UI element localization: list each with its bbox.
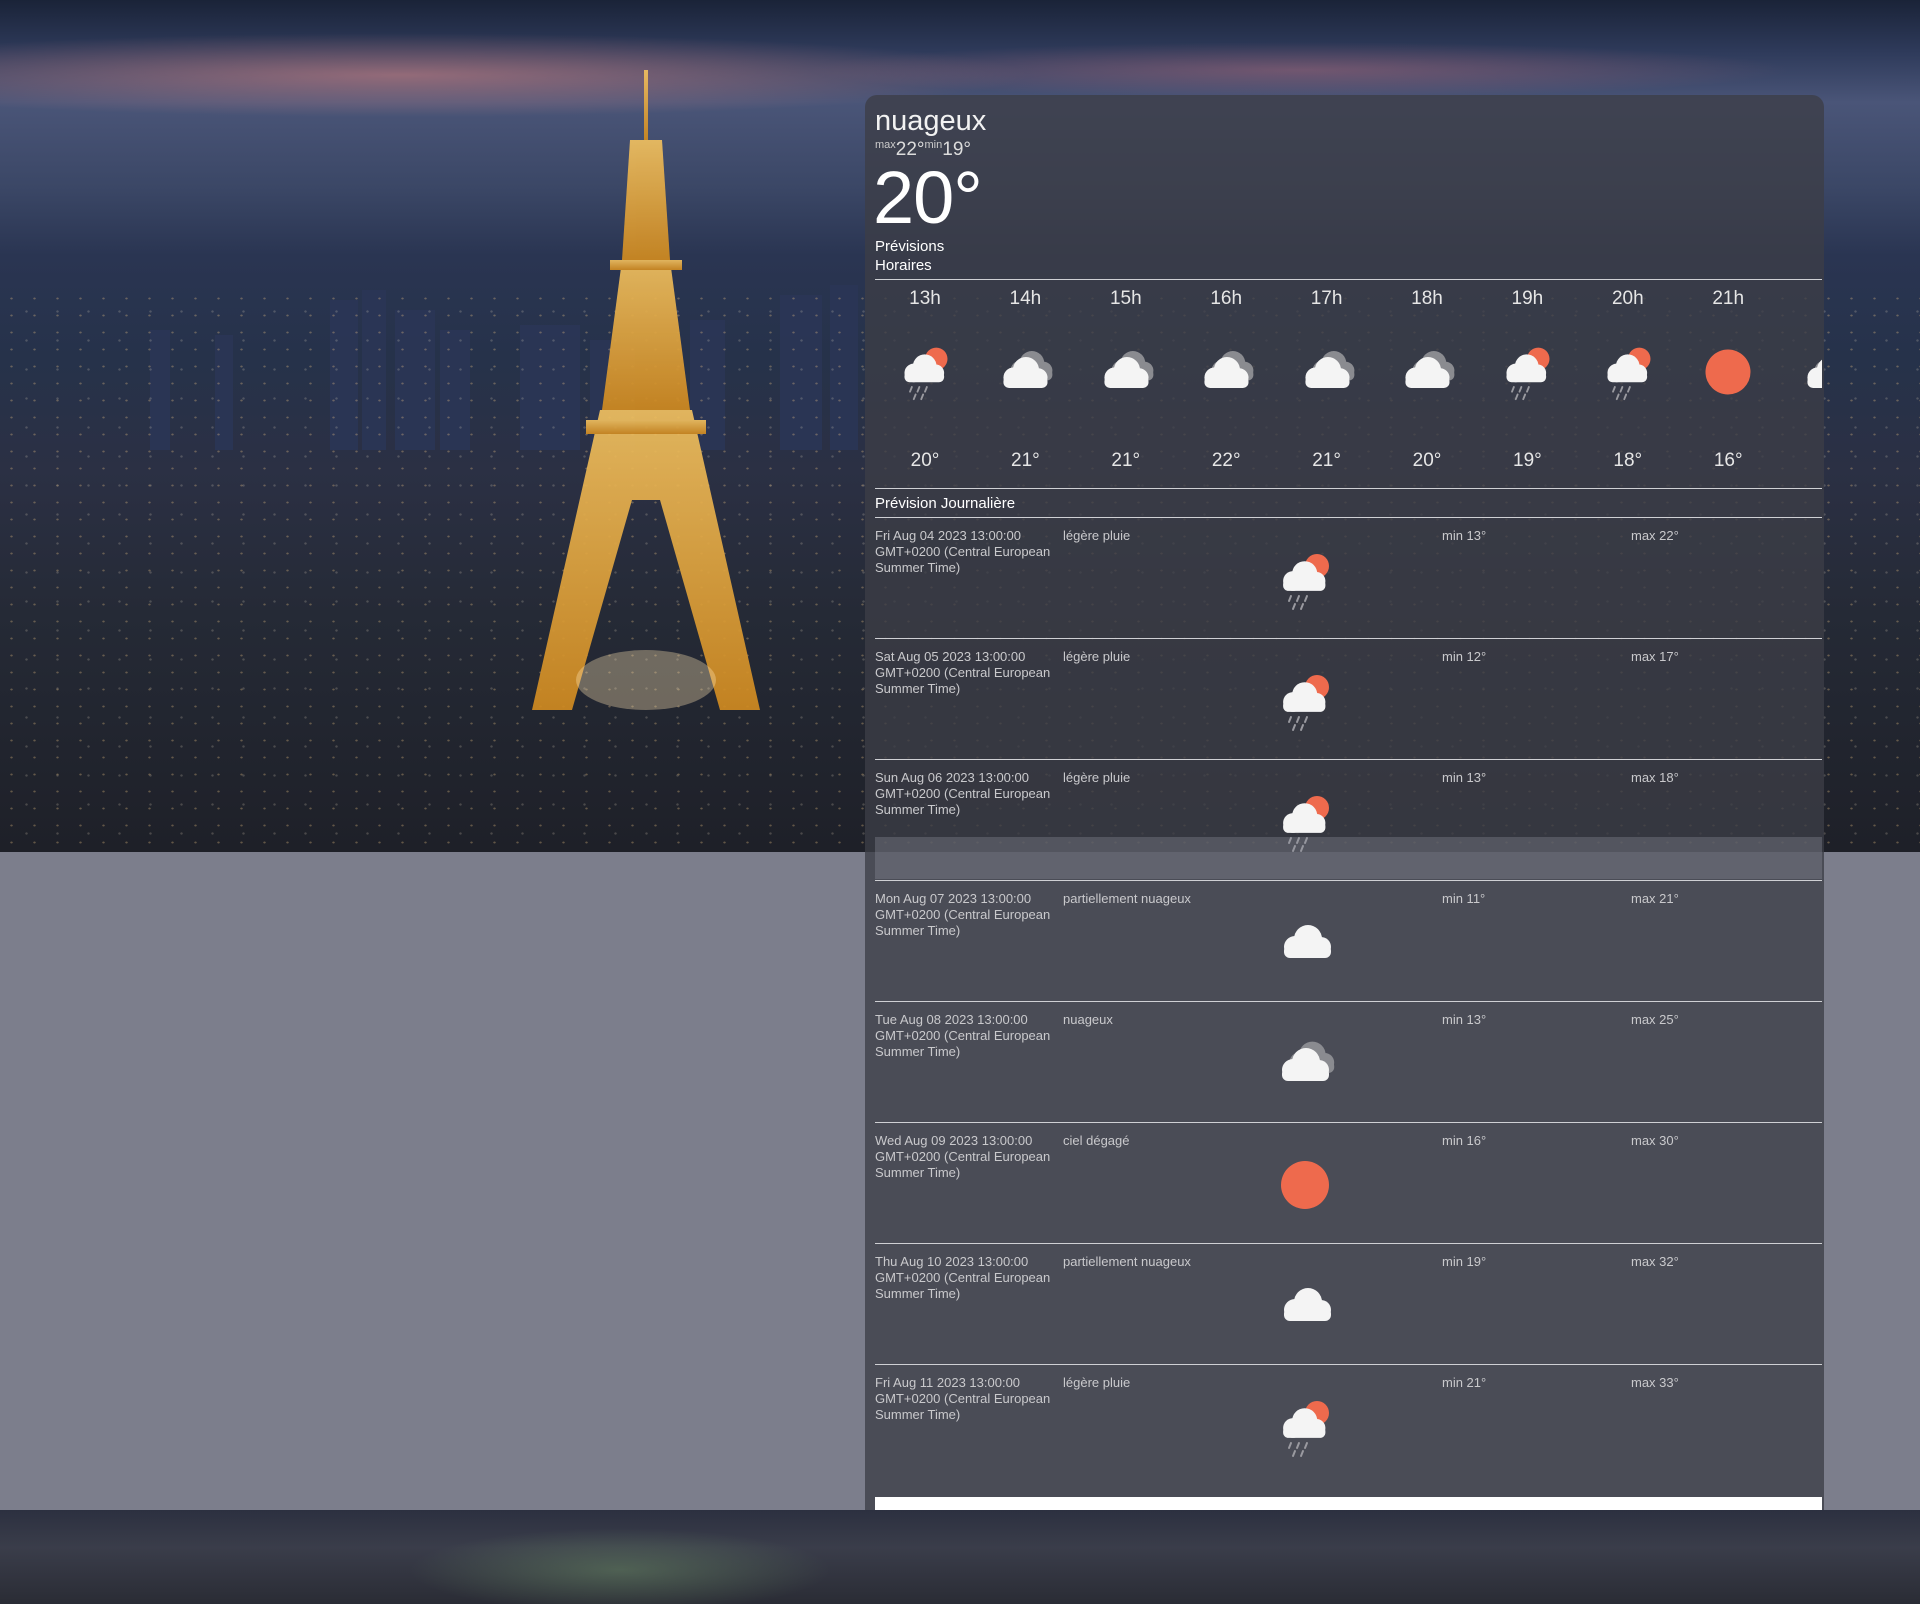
sun-icon — [1698, 342, 1758, 402]
current-condition: nuageux — [875, 105, 987, 137]
daily-date: Thu Aug 10 2023 13:00:00 GMT+0200 (Centr… — [875, 1254, 1051, 1301]
hourly-temp: 18° — [1613, 450, 1643, 471]
min-label: min — [924, 139, 943, 151]
hourly-time: 21h — [1712, 288, 1745, 309]
scrollbar-horizontal[interactable] — [875, 1497, 1822, 1510]
hourly-forecast-title: Prévisions Horaires — [875, 238, 945, 274]
cloud-icon — [1096, 342, 1156, 402]
daily-max: max 22° — [1631, 528, 1679, 543]
daily-date: Fri Aug 04 2023 13:00:00 GMT+0200 (Centr… — [875, 528, 1051, 575]
daily-description: légère pluie — [1063, 528, 1131, 543]
cloud-icon — [1196, 342, 1256, 402]
daily-description: nuageux — [1063, 1012, 1113, 1027]
daily-description: légère pluie — [1063, 1375, 1131, 1390]
daily-row: Tue Aug 08 2023 13:00:00 GMT+0200 (Centr… — [875, 1001, 1822, 1122]
daily-row: Fri Aug 04 2023 13:00:00 GMT+0200 (Centr… — [875, 517, 1822, 638]
daily-min: min 19° — [1442, 1254, 1487, 1269]
hourly-forecast-strip[interactable]: 13h 20° 14h 21° 15h 21° 16h 22° 17h 21° 18h — [875, 280, 1822, 485]
hourly-item: 15h 21° — [1076, 280, 1176, 485]
hourly-time: 16h — [1210, 288, 1243, 309]
hourly-time: 15h — [1109, 288, 1142, 309]
weather-widget: nuageux max 22° min 19° 20° Prévisions Hora… — [865, 95, 1824, 1510]
partly-cloudy-icon — [1273, 911, 1337, 975]
hourly-temp: 16° — [1713, 450, 1743, 471]
light-rain-icon — [1273, 669, 1337, 733]
daily-description: légère pluie — [1063, 649, 1131, 664]
hourly-temp: 21° — [1111, 450, 1141, 471]
daily-min: min 12° — [1442, 649, 1487, 664]
hourly-item: 14h 21° — [975, 280, 1075, 485]
daily-date: Fri Aug 11 2023 13:00:00 GMT+0200 (Centr… — [875, 1375, 1051, 1422]
daily-min: min 13° — [1442, 528, 1487, 543]
daily-date: Tue Aug 08 2023 13:00:00 GMT+0200 (Centr… — [875, 1012, 1051, 1059]
hourly-time: 2 — [1779, 288, 1822, 310]
daily-date: Wed Aug 09 2023 13:00:00 GMT+0200 (Centr… — [875, 1133, 1051, 1180]
light-rain-icon — [1273, 1395, 1337, 1459]
partly-cloudy-icon — [1273, 1274, 1337, 1338]
cloud-icon — [1297, 342, 1357, 402]
light-rain-icon — [1497, 342, 1557, 402]
current-temperature: 20° — [873, 156, 983, 239]
daily-max: max 30° — [1631, 1133, 1679, 1148]
light-rain-icon — [895, 342, 955, 402]
cloud-icon — [1273, 1032, 1337, 1096]
hourly-item: 2 1 — [1779, 280, 1822, 485]
daily-date: Sun Aug 06 2023 13:00:00 GMT+0200 (Centr… — [875, 770, 1051, 817]
hourly-time: 20h — [1611, 288, 1644, 309]
daily-max: max 32° — [1631, 1254, 1679, 1269]
hourly-time: 14h — [1009, 288, 1042, 309]
eiffel-tower-illustration — [532, 70, 760, 710]
daily-max: max 33° — [1631, 1375, 1679, 1390]
hourly-item: 20h 18° — [1578, 280, 1678, 485]
light-rain-icon — [1598, 342, 1658, 402]
max-label: max — [875, 139, 896, 151]
hourly-temp: 22° — [1211, 450, 1241, 471]
daily-min: min 16° — [1442, 1133, 1487, 1148]
background-photo-bottom — [0, 1510, 1920, 1604]
daily-row: Sat Aug 05 2023 13:00:00 GMT+0200 (Centr… — [875, 638, 1822, 759]
cloud-icon — [1397, 342, 1457, 402]
daily-max: max 21° — [1631, 891, 1679, 906]
sun-icon — [1273, 1153, 1337, 1217]
divider — [875, 488, 1822, 489]
hourly-item: 16h 22° — [1176, 280, 1276, 485]
hourly-item: 17h 21° — [1277, 280, 1377, 485]
daily-description: légère pluie — [1063, 770, 1131, 785]
hourly-temp: 21° — [1011, 450, 1040, 471]
hourly-time: 17h — [1310, 288, 1343, 309]
daily-forecast-title: Prévision Journalière — [875, 495, 1016, 512]
daily-row: Mon Aug 07 2023 13:00:00 GMT+0200 (Centr… — [875, 880, 1822, 1001]
band-overlay — [875, 837, 1822, 879]
cloud-icon — [995, 342, 1055, 402]
daily-description: ciel dégagé — [1063, 1133, 1130, 1148]
hourly-time: 13h — [909, 288, 941, 309]
hourly-temp: 20° — [1412, 450, 1442, 471]
hourly-item: 18h 20° — [1377, 280, 1477, 485]
daily-description: partiellement nuageux — [1063, 1254, 1191, 1269]
daily-row: Wed Aug 09 2023 13:00:00 GMT+0200 (Centr… — [875, 1122, 1822, 1243]
hourly-time: 18h — [1411, 288, 1443, 309]
daily-min: min 13° — [1442, 770, 1487, 785]
daily-max: max 18° — [1631, 770, 1679, 785]
hourly-temp: 20° — [910, 450, 940, 471]
hourly-item: 19h 19° — [1477, 280, 1577, 485]
daily-date: Mon Aug 07 2023 13:00:00 GMT+0200 (Centr… — [875, 891, 1051, 938]
daily-max: max 25° — [1631, 1012, 1679, 1027]
daily-date: Sat Aug 05 2023 13:00:00 GMT+0200 (Centr… — [875, 649, 1051, 696]
daily-min: min 21° — [1442, 1375, 1487, 1390]
daily-description: partiellement nuageux — [1063, 891, 1191, 906]
light-rain-icon — [1273, 548, 1337, 612]
hourly-item: 13h 20° — [875, 280, 975, 485]
hourly-item: 21h 16° — [1678, 280, 1778, 485]
hourly-temp: 19° — [1513, 450, 1542, 471]
cloud-icon — [1799, 342, 1822, 402]
daily-max: max 17° — [1631, 649, 1679, 664]
daily-row: Thu Aug 10 2023 13:00:00 GMT+0200 (Centr… — [875, 1243, 1822, 1364]
daily-row: Fri Aug 11 2023 13:00:00 GMT+0200 (Centr… — [875, 1364, 1822, 1485]
hourly-time: 19h — [1511, 288, 1544, 309]
hourly-temp: 21° — [1312, 450, 1341, 471]
hourly-temp: 1 — [1779, 450, 1822, 472]
daily-min: min 11° — [1442, 891, 1486, 906]
daily-min: min 13° — [1442, 1012, 1487, 1027]
